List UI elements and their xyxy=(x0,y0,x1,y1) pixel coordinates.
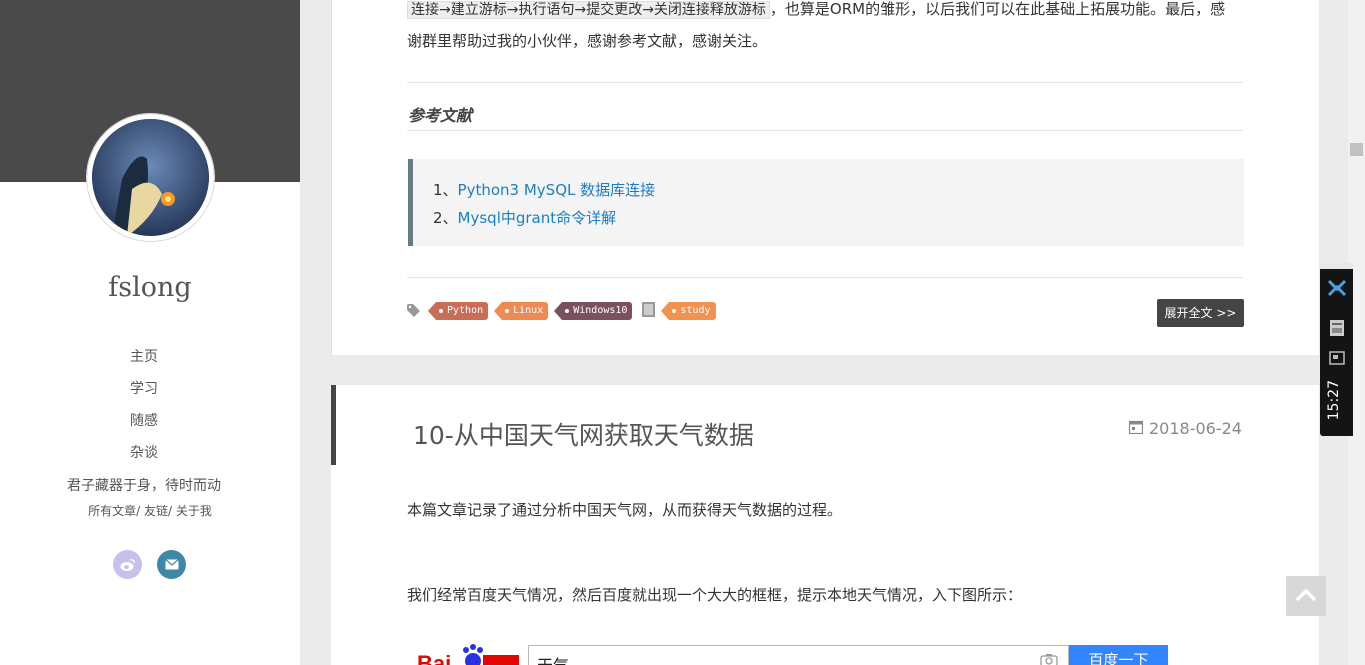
search-input[interactable]: 天气 xyxy=(528,645,1069,665)
read-more-button[interactable]: 展开全文 >> xyxy=(1157,299,1244,327)
ref-blockquote: 1、Python3 MySQL 数据库连接 2、Mysql中grant命令详解 xyxy=(408,159,1244,246)
ref-item: 2、Mysql中grant命令详解 xyxy=(433,209,617,227)
tag-python[interactable]: Python xyxy=(427,302,489,320)
back-to-top-button[interactable] xyxy=(1286,576,1326,616)
category-icon xyxy=(642,301,656,321)
mail-icon[interactable] xyxy=(157,550,186,579)
divider xyxy=(407,82,1243,83)
post-accent-bar xyxy=(331,385,336,465)
motto: 君子藏器于身，待时而动 xyxy=(67,478,221,494)
weibo-icon[interactable] xyxy=(113,550,142,579)
post-date-text: 2018-06-24 xyxy=(1149,419,1242,438)
post-title[interactable]: 10-从中国天气网获取天气数据 xyxy=(413,416,754,452)
nav-item-misc[interactable]: 杂谈 xyxy=(0,442,288,474)
sidebar-nav: 主页 学习 随感 杂谈 xyxy=(0,346,288,474)
social-links xyxy=(113,550,186,579)
ref-link-grant[interactable]: Mysql中grant命令详解 xyxy=(458,209,617,227)
divider xyxy=(407,277,1243,278)
ref-heading: 参考文献 xyxy=(408,106,473,125)
sidebar-sublinks: 所有文章/ 友链/ 关于我 xyxy=(88,504,212,518)
avatar-image xyxy=(92,119,209,236)
post-card: 连接→建立游标→执行语句→提交更改→关闭连接释放游标 ，也算是ORM的雏形，以后我… xyxy=(331,0,1319,355)
divider xyxy=(407,130,1243,131)
widget-memory-icon[interactable] xyxy=(1329,319,1345,341)
widget-logo-icon[interactable] xyxy=(1327,277,1347,303)
ref-item: 1、Python3 MySQL 数据库连接 xyxy=(433,181,656,199)
scrollbar-thumb[interactable] xyxy=(1350,143,1363,156)
calendar-icon xyxy=(1128,419,1144,438)
embedded-screenshot: Bai 天气 百度一下 xyxy=(417,641,1177,665)
paragraph-text: ，也算是ORM的雏形，以后我们可以在此基础上拓展功能。最后，感 xyxy=(769,0,1226,18)
link-all-posts[interactable]: 所有文章 xyxy=(88,504,136,518)
chevron-up-icon xyxy=(1295,587,1317,606)
post-date: 2018-06-24 xyxy=(1128,419,1242,438)
sidebar: fslong 主页 学习 随感 杂谈 君子藏器于身，待时而动 所有文章/ 友链/… xyxy=(0,0,300,665)
widget-clock: 15:27 xyxy=(1326,380,1342,421)
tag-icon xyxy=(407,302,422,321)
nav-item-study[interactable]: 学习 xyxy=(0,378,288,410)
post-paragraph: 连接→建立游标→执行语句→提交更改→关闭连接释放游标 ，也算是ORM的雏形，以后我… xyxy=(407,0,1243,57)
camera-icon[interactable] xyxy=(1040,652,1058,665)
widget-screen-icon[interactable] xyxy=(1329,350,1345,369)
svg-text:Bai: Bai xyxy=(417,651,451,665)
tag-linux[interactable]: Linux xyxy=(494,302,549,320)
baidu-search-button[interactable]: 百度一下 xyxy=(1069,645,1168,665)
tag-list: Python Linux Windows10 study xyxy=(407,300,716,322)
nav-item-home[interactable]: 主页 xyxy=(0,346,288,378)
baidu-logo: Bai xyxy=(417,641,522,665)
nav-item-thoughts[interactable]: 随感 xyxy=(0,410,288,442)
link-about[interactable]: 关于我 xyxy=(176,504,212,518)
tag-windows10[interactable]: Windows10 xyxy=(554,302,633,320)
site-name[interactable]: fslong xyxy=(0,272,300,303)
post-paragraph: 本篇文章记录了通过分析中国天气网，从而获得天气数据的过程。 xyxy=(407,501,843,519)
paragraph-text-line2: 谢群里帮助过我的小伙伴，感谢参考文献，感谢关注。 xyxy=(407,32,768,50)
link-friends[interactable]: 友链 xyxy=(144,504,168,518)
inline-code: 连接→建立游标→执行语句→提交更改→关闭连接释放游标 xyxy=(407,1,770,19)
ref-link-mysql[interactable]: Python3 MySQL 数据库连接 xyxy=(458,181,656,199)
category-study[interactable]: study xyxy=(661,302,716,320)
post-paragraph: 我们经常百度天气情况，然后百度就出现一个大大的框框，提示本地天气情况，入下图所示… xyxy=(407,586,1023,604)
post-card: 10-从中国天气网获取天气数据 2018-06-24 本篇文章记录了通过分析中国… xyxy=(331,385,1319,665)
avatar[interactable] xyxy=(87,114,214,241)
